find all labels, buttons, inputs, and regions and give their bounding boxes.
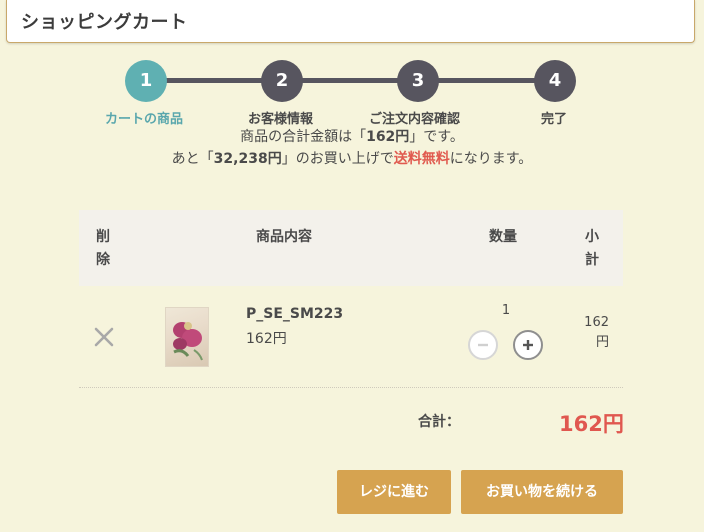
step-4-circle: 4: [534, 60, 576, 102]
summary-text: 」です。: [409, 129, 464, 145]
product-price: 162円: [246, 331, 287, 347]
cart-table: 削 除 商品内容 数量 小 計 P_SE_SM223 162円 1 162 円: [79, 210, 623, 388]
total-label: 合計：: [418, 414, 460, 430]
cart-total-message: 商品の合計金額は「162円」です。: [0, 126, 704, 146]
checkout-button[interactable]: レジに進む: [337, 470, 451, 514]
step-1-label: カートの商品: [105, 112, 184, 127]
step-4-label: 完了: [541, 112, 568, 127]
header-delete: 削 除: [96, 229, 110, 268]
remaining-amount: 32,238円: [213, 151, 282, 167]
step-1-circle: 1: [125, 60, 167, 102]
summary-text: 」のお買い上げで: [281, 151, 394, 167]
remove-item-icon[interactable]: [93, 326, 115, 348]
continue-shopping-button[interactable]: お買い物を続ける: [461, 470, 623, 514]
summary-amount: 162円: [366, 129, 410, 145]
summary-text: 商品の合計金額は「: [240, 129, 367, 145]
cart-table-header: 削 除 商品内容 数量 小 計: [79, 210, 623, 286]
plus-icon: [523, 340, 533, 350]
summary-text: あと「: [171, 151, 214, 167]
total-value: 162円: [559, 412, 624, 436]
step-3-circle: 3: [397, 60, 439, 102]
cart-item-row: P_SE_SM223 162円 1 162 円: [79, 286, 623, 388]
minus-icon: [478, 343, 488, 347]
page-header: ショッピングカート: [6, 0, 695, 43]
cart-page: ショッピングカート 1 2 3 4 カートの商品 お客様情報 ご注文内容確認 完…: [0, 0, 704, 532]
free-shipping-message: あと「32,238円」のお買い上げで送料無料になります。: [0, 148, 704, 168]
page-title: ショッピングカート: [21, 12, 188, 33]
header-quantity: 数量: [489, 229, 517, 245]
increase-quantity-button[interactable]: [513, 330, 543, 360]
step-2-circle: 2: [261, 60, 303, 102]
free-shipping-label: 送料無料: [393, 151, 450, 167]
summary-text: になります。: [449, 151, 533, 167]
step-3-label: ご注文内容確認: [369, 112, 461, 127]
header-item: 商品内容: [256, 229, 312, 245]
quantity-value: 1: [501, 303, 511, 318]
header-subtotal: 小 計: [585, 229, 599, 268]
progress-line: [146, 78, 554, 83]
item-subtotal: 162 円: [584, 315, 609, 350]
step-2-label: お客様情報: [248, 112, 314, 127]
product-name[interactable]: P_SE_SM223: [246, 306, 343, 322]
decrease-quantity-button[interactable]: [468, 330, 498, 360]
product-thumbnail[interactable]: [165, 307, 209, 367]
